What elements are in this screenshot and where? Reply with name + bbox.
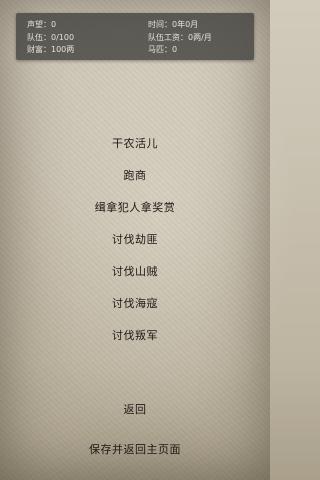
save-and-return-home-button[interactable]: 保存并返回主页面 — [0, 443, 270, 457]
trade-button[interactable]: 跑商 — [0, 169, 270, 183]
fight-rebels-button[interactable]: 讨伐叛军 — [0, 329, 270, 343]
horses-stat: 马匹：0 — [148, 45, 178, 54]
troops-stat: 队伍：0/100 — [27, 33, 75, 42]
bounty-button[interactable]: 缉拿犯人拿奖赏 — [0, 201, 270, 215]
fight-pirates-button[interactable]: 讨伐海寇 — [0, 297, 270, 311]
fight-bandits-button[interactable]: 讨伐劫匪 — [0, 233, 270, 247]
fight-mountain-bandits-button[interactable]: 讨伐山贼 — [0, 265, 270, 279]
wealth-stat: 财富：100两 — [27, 45, 75, 54]
reputation-stat: 声望：0 — [27, 20, 57, 29]
farm-work-button[interactable]: 干农活儿 — [0, 137, 270, 151]
status-panel: 声望：0 队伍：0/100 财富：100两 时间：0年0月 队伍工资：0两/月 … — [16, 13, 254, 60]
time-stat: 时间：0年0月 — [148, 20, 199, 29]
back-button[interactable]: 返回 — [0, 403, 270, 417]
wage-stat: 队伍工资：0两/月 — [148, 33, 212, 42]
